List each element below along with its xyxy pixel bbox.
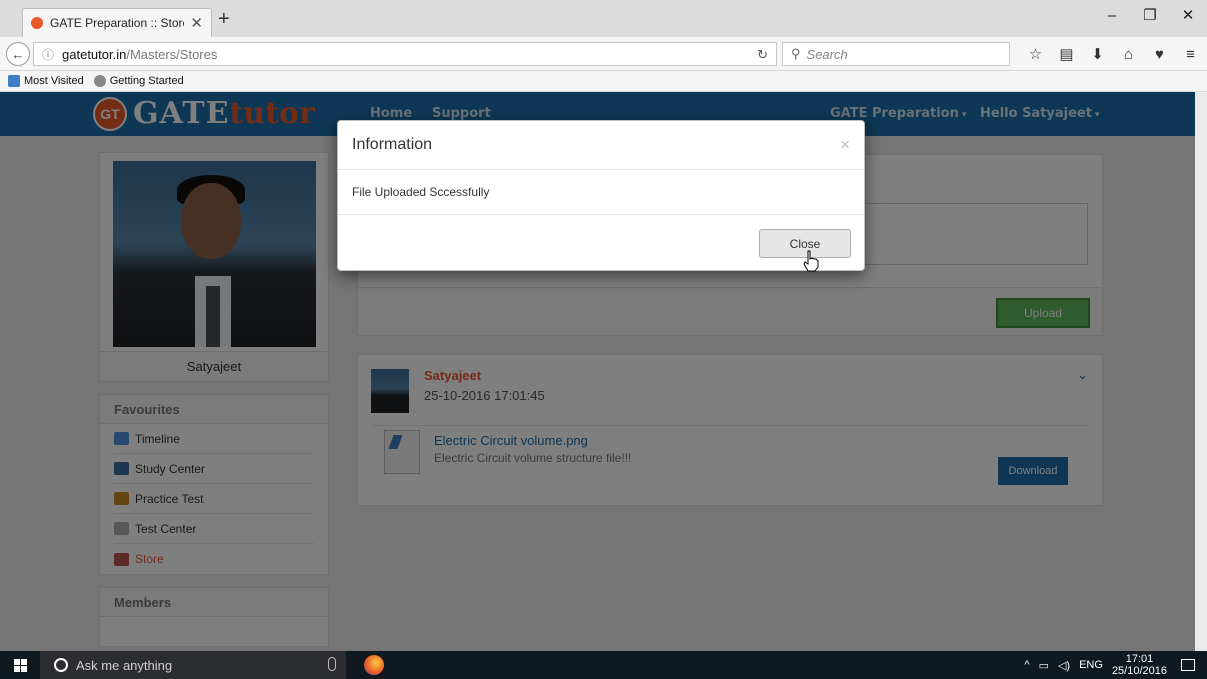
bookmarks-bar: Most Visited Getting Started (0, 71, 1207, 92)
most-visited-icon (8, 75, 20, 87)
menu-hamburger-icon[interactable]: ≡ (1175, 43, 1206, 65)
globe-icon (93, 75, 106, 87)
language-indicator[interactable]: ENG (1079, 659, 1103, 671)
start-button[interactable] (0, 651, 40, 679)
microphone-icon[interactable] (328, 657, 336, 671)
tab-title: GATE Preparation :: Store (50, 16, 185, 30)
close-icon[interactable]: × (840, 135, 850, 155)
modal-footer: Close (338, 215, 864, 270)
bookmark-most-visited[interactable]: Most Visited (8, 75, 84, 87)
windows-taskbar: Ask me anything ^ ▭ ◁) ENG 17:01 25/10/2… (0, 651, 1207, 679)
url-bar[interactable]: ⓘ gatetutor.in /Masters/Stores ↻ (33, 42, 777, 66)
restore-icon[interactable]: ❐ (1131, 0, 1169, 30)
cortana-search-input[interactable]: Ask me anything (40, 651, 346, 679)
url-domain: gatetutor.in (62, 46, 127, 62)
toolbar-icons: ☆ ▤ ⬇ ⌂ ♥ ≡ (1020, 43, 1206, 65)
site-favicon-icon (31, 17, 43, 29)
action-center-icon[interactable] (1181, 659, 1195, 671)
network-icon[interactable]: ▭ (1039, 659, 1049, 672)
information-modal: Information × File Uploaded Sccessfully … (337, 120, 865, 271)
firefox-taskbar-icon[interactable] (364, 655, 384, 675)
system-tray: ^ ▭ ◁) ENG 17:01 25/10/2016 (1024, 651, 1207, 679)
home-icon[interactable]: ⌂ (1113, 43, 1144, 65)
modal-title: Information (352, 136, 433, 153)
window-controls: – ❐ ✕ (1093, 0, 1207, 37)
tab-close-icon[interactable]: ✕ (190, 14, 203, 32)
clock-date: 25/10/2016 (1111, 665, 1167, 677)
modal-message: File Uploaded Sccessfully (338, 170, 864, 215)
browser-tab-bar: GATE Preparation :: Store ✕ + – ❐ ✕ (0, 0, 1207, 37)
volume-icon[interactable]: ◁) (1058, 659, 1070, 672)
bookmark-getting-started[interactable]: Getting Started (93, 75, 184, 87)
cortana-icon (54, 658, 68, 672)
reload-icon[interactable]: ↻ (757, 47, 768, 63)
site-info-icon[interactable]: ⓘ (42, 46, 54, 63)
bookmark-label: Getting Started (109, 75, 184, 87)
modal-header: Information × (338, 121, 864, 170)
download-arrow-icon[interactable]: ⬇ (1082, 43, 1113, 65)
search-input[interactable]: ⚲ Search (782, 42, 1010, 66)
search-icon: ⚲ (791, 46, 801, 61)
show-hidden-icons-icon[interactable]: ^ (1024, 659, 1029, 671)
browser-tab[interactable]: GATE Preparation :: Store ✕ (22, 8, 212, 37)
cortana-placeholder: Ask me anything (76, 657, 173, 673)
back-arrow-icon[interactable]: ← (6, 42, 30, 66)
browser-nav-bar: ← ⓘ gatetutor.in /Masters/Stores ↻ ⚲ Sea… (0, 37, 1207, 71)
bookmark-label: Most Visited (24, 75, 84, 87)
new-tab-icon[interactable]: + (218, 8, 230, 31)
clock-time: 17:01 (1125, 653, 1154, 665)
hand-pointer-icon (803, 250, 819, 272)
search-placeholder: Search (806, 46, 848, 62)
window-close-icon[interactable]: ✕ (1169, 0, 1207, 30)
url-path: /Masters/Stores (126, 46, 218, 62)
reading-list-icon[interactable]: ▤ (1051, 43, 1082, 65)
clock[interactable]: 17:01 25/10/2016 (1112, 653, 1167, 677)
windows-logo-icon (13, 658, 27, 672)
pocket-icon[interactable]: ♥ (1144, 43, 1175, 65)
minimize-icon[interactable]: – (1093, 0, 1131, 30)
bookmark-star-icon[interactable]: ☆ (1020, 43, 1051, 65)
